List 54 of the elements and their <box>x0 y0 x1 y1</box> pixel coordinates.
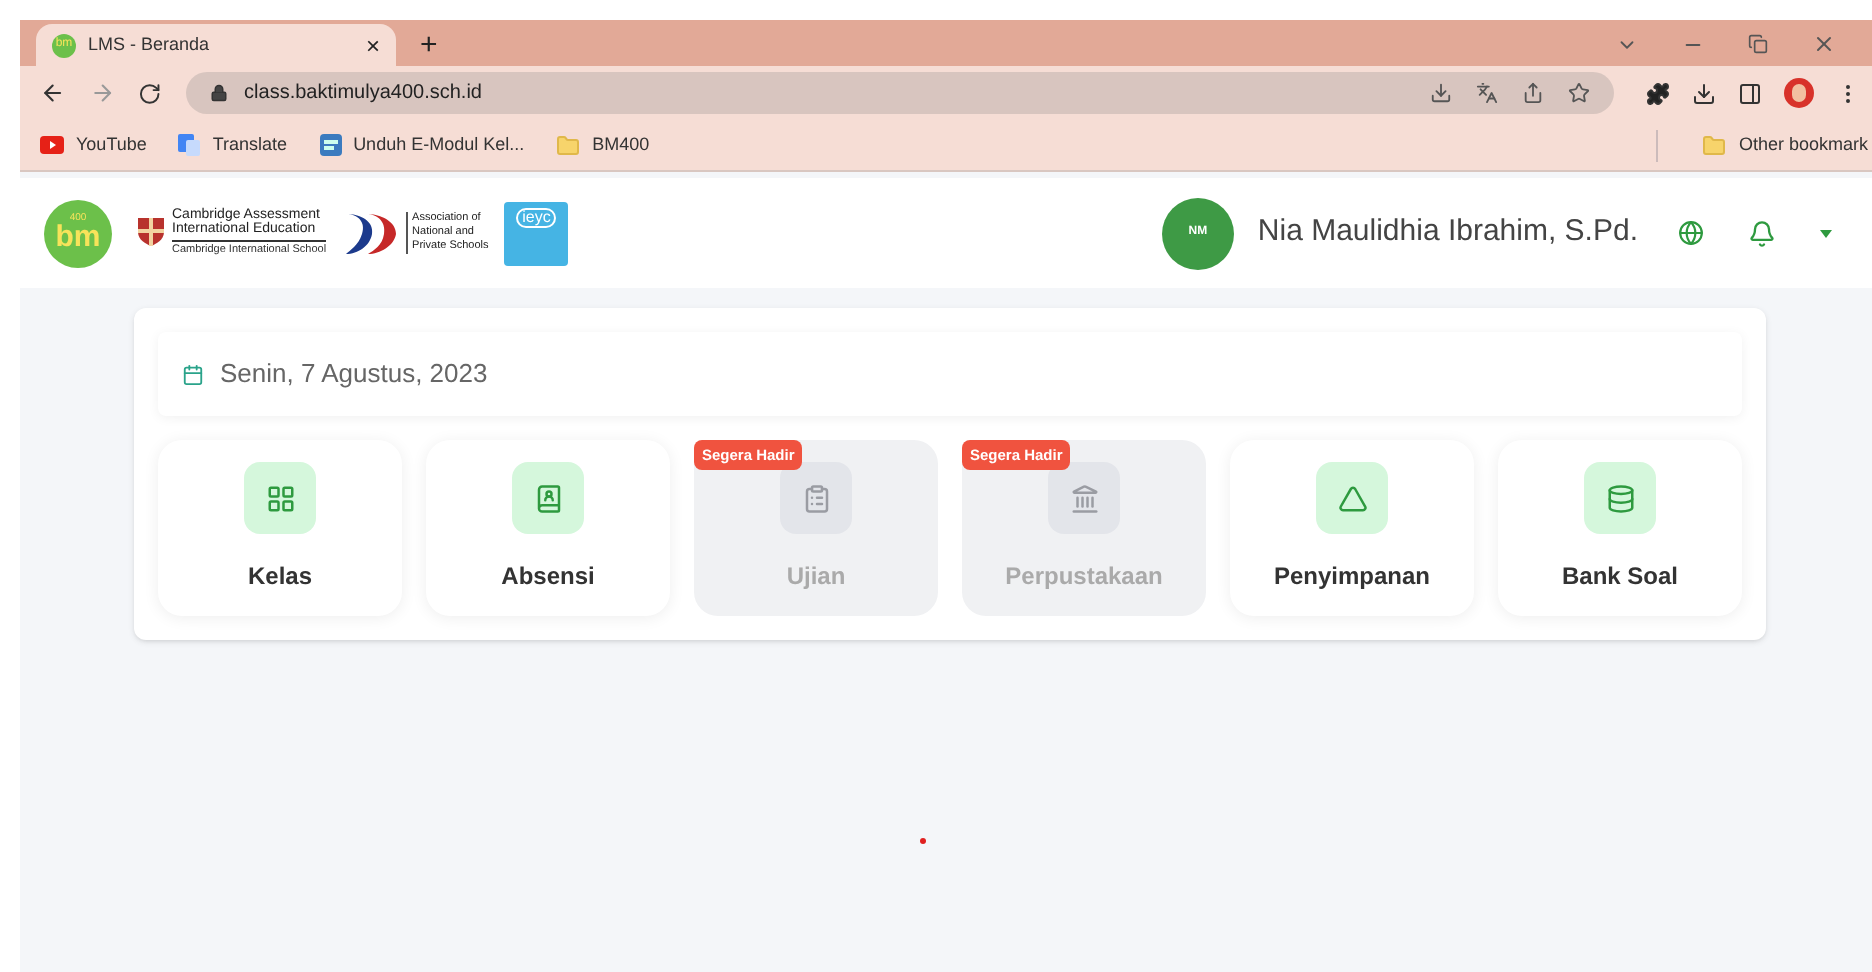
share-icon[interactable] <box>1522 82 1544 104</box>
grid-icon <box>265 483 295 513</box>
tile-label: Penyimpanan <box>1273 560 1431 594</box>
dropdown-caret-icon[interactable] <box>1820 229 1832 237</box>
dot-mark <box>920 838 926 844</box>
folder-icon <box>1702 133 1727 157</box>
lock-icon <box>210 84 229 102</box>
bookmark-item[interactable]: Translate <box>178 131 288 159</box>
tile-label: Ujian <box>786 560 846 594</box>
play-icon <box>40 136 64 154</box>
install-icon[interactable] <box>1430 82 1452 104</box>
restore-icon[interactable] <box>1748 34 1768 54</box>
ieyc-logo: ieyc <box>504 201 569 265</box>
association-logo-icon <box>342 209 399 257</box>
tile-label: Absensi <box>501 560 595 594</box>
profile-avatar[interactable] <box>1784 78 1814 108</box>
translate-icon <box>178 134 201 156</box>
user-name[interactable]: Nia Maulidhia Ibrahim, S.Pd. <box>1257 210 1638 256</box>
downloads-icon[interactable] <box>1692 81 1716 105</box>
notebook-icon <box>533 483 563 513</box>
other-bookmarks[interactable]: Other bookmark <box>1702 131 1868 159</box>
close-icon[interactable] <box>1812 32 1836 56</box>
triangle-icon <box>1337 483 1367 513</box>
bookmark-item[interactable]: BM400 <box>556 131 650 159</box>
menu-tile[interactable]: Bank Soal <box>1498 440 1742 616</box>
clipboard-icon <box>801 483 831 513</box>
tile-label: Perpustakaan <box>1005 560 1163 594</box>
folder-icon <box>556 133 581 157</box>
close-tab-button[interactable]: × <box>365 33 380 57</box>
address-bar[interactable]: class.baktimulya400.sch.id <box>186 72 1614 114</box>
calendar-icon <box>182 363 204 385</box>
bookmark-item[interactable]: Unduh E-Modul Kel... <box>319 131 525 159</box>
database-icon <box>1605 483 1635 513</box>
bookmark-item[interactable]: YouTube <box>40 131 147 159</box>
extensions-icon[interactable] <box>1646 81 1670 105</box>
back-icon[interactable] <box>40 80 66 106</box>
menu-tile[interactable]: Penyimpanan <box>1230 440 1474 616</box>
reload-icon[interactable] <box>138 81 163 105</box>
url-text: class.baktimulya400.sch.id <box>244 80 484 108</box>
notification-icon[interactable] <box>1748 219 1776 247</box>
bookmark-star-icon[interactable] <box>1568 82 1590 104</box>
menu-tile[interactable]: Absensi <box>426 440 670 616</box>
tile-label: Bank Soal <box>1561 560 1679 594</box>
date-text: Senin, 7 Agustus, 2023 <box>220 356 488 393</box>
language-icon[interactable] <box>1678 220 1704 246</box>
tab-title: LMS - Beranda <box>88 31 212 58</box>
translate-icon[interactable] <box>1476 82 1498 104</box>
site-icon <box>319 134 342 156</box>
shield-icon <box>138 218 164 247</box>
building-icon <box>1069 483 1099 513</box>
tile-label: Kelas <box>247 560 313 594</box>
new-tab-button[interactable]: + <box>420 30 438 60</box>
side-panel-icon[interactable] <box>1738 81 1762 105</box>
menu-tile[interactable]: Kelas <box>158 440 402 616</box>
